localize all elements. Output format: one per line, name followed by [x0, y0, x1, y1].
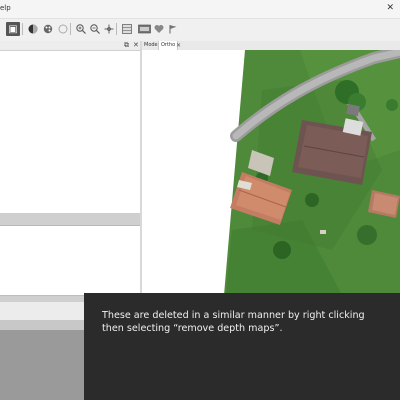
toolbar-separator	[70, 23, 71, 35]
toolbar-separator	[116, 23, 117, 35]
bottom-panel-header	[0, 302, 84, 321]
ortho-viewport[interactable]	[142, 50, 400, 295]
bottom-panel	[0, 302, 84, 400]
flag-icon[interactable]	[166, 22, 180, 36]
select-icon[interactable]: ▣	[6, 22, 20, 36]
workspace-panel: ⧉ ✕	[0, 41, 142, 299]
camera-icon[interactable]	[136, 22, 152, 36]
tab-ortho-close-icon[interactable]: ✕	[176, 41, 181, 50]
caption-text: These are deleted in a similar manner by…	[102, 310, 365, 334]
panel-close-icon[interactable]: ✕	[133, 41, 139, 49]
shaded-sphere-icon[interactable]	[26, 22, 40, 36]
panel-divider	[0, 225, 142, 226]
circle-icon[interactable]	[56, 22, 70, 36]
orthomosaic-image	[224, 50, 400, 295]
zoom-in-icon[interactable]	[74, 22, 88, 36]
panel-header: ⧉ ✕	[0, 41, 142, 51]
grid-icon[interactable]	[120, 22, 134, 36]
panel-splitter[interactable]	[0, 213, 142, 225]
menu-help[interactable]: elp	[0, 4, 11, 12]
zoom-out-icon[interactable]	[88, 22, 102, 36]
window-close-icon[interactable]: ✕	[386, 4, 394, 13]
palette-icon[interactable]	[41, 22, 55, 36]
move-icon[interactable]	[102, 22, 116, 36]
panel-float-icon[interactable]: ⧉	[124, 41, 129, 49]
heart-icon[interactable]	[152, 22, 166, 36]
toolbar: ▣	[0, 19, 400, 42]
video-caption-overlay: These are deleted in a similar manner by…	[84, 293, 400, 400]
toolbar-separator	[22, 23, 23, 35]
bottom-panel-strip	[0, 320, 84, 330]
menu-bar: elp ✕	[0, 0, 400, 19]
